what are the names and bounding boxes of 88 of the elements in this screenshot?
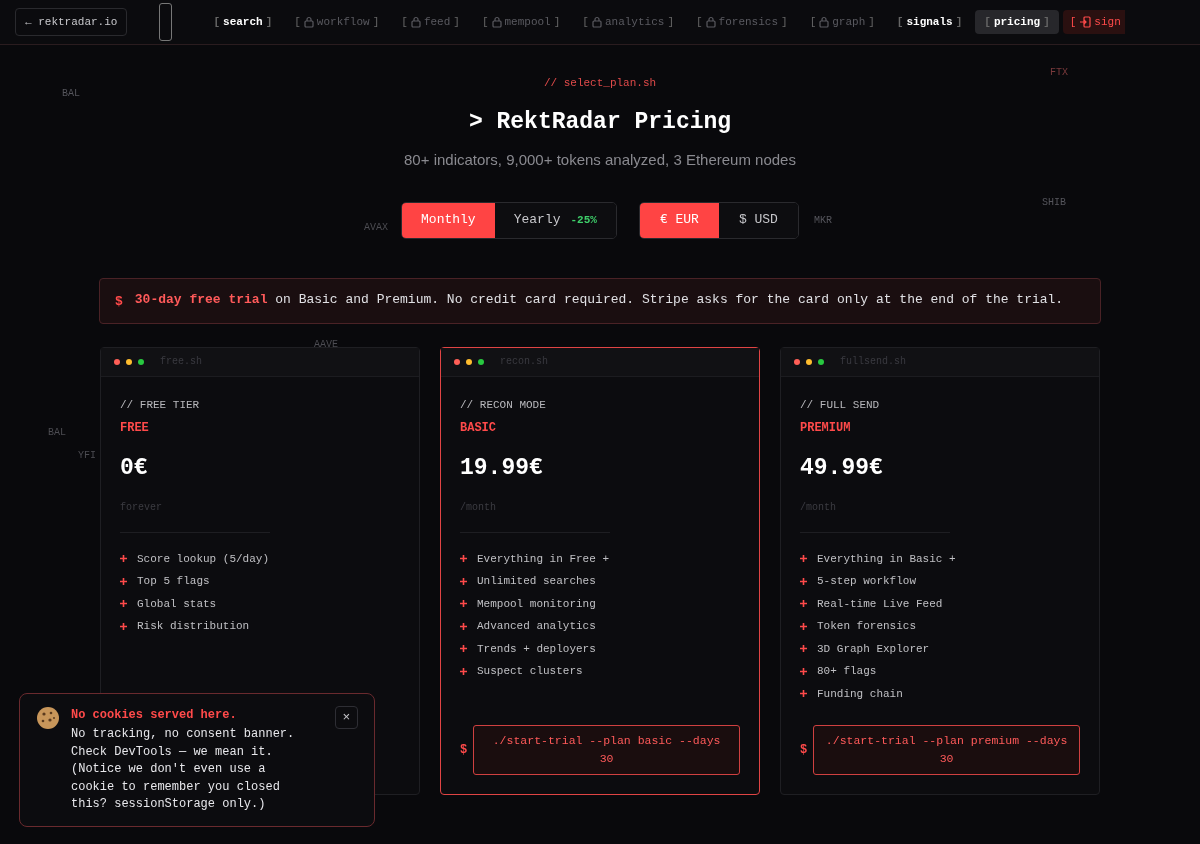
ticker-label: BAL (48, 426, 66, 440)
page-subtitle: 80+ indicators, 9,000+ tokens analyzed, 3 Ethereum nodes (404, 150, 796, 170)
toast-body: No tracking, no consent banner. Check DevTools — we mean it. (Notice we don't even use a cookie to remember you closed this? sessionStorage only.) (71, 726, 296, 813)
ticker-label: YFI (78, 449, 96, 463)
nav-tab[interactable]: [ feed ] (392, 9, 469, 35)
sign-in-icon (1079, 16, 1092, 28)
plan-name: PREMIUM (800, 420, 852, 437)
plan-price: 19.99€ (460, 454, 544, 483)
close-button[interactable]: × (335, 706, 358, 729)
ticker-label: BAL (62, 87, 80, 101)
plus-icon (800, 600, 807, 608)
nav-tab[interactable]: [ workflow ] (285, 9, 389, 35)
plus-icon (120, 600, 127, 608)
lock-icon (410, 16, 421, 28)
plan-tag: // FREE TIER (120, 396, 400, 413)
trial-text: 30-day free trial on Basic and Premium. No credit card required. Stripe asks for the card only at the end of the trial. (134, 290, 1065, 309)
plus-icon (120, 577, 127, 585)
nav-tab[interactable]: [ mempool ] (472, 9, 570, 35)
back-link[interactable]: ← rektradar.io (15, 7, 128, 37)
feature-text: Trends + deployers (477, 641, 596, 657)
plus-icon (460, 622, 467, 630)
page-title: > RektRadar Pricing (468, 107, 732, 137)
plan-tag: // RECON MODE (460, 396, 740, 413)
plus-icon (460, 555, 467, 563)
ticker-label: AAVE (314, 338, 338, 352)
toggle-option[interactable]: Monthly (402, 202, 495, 238)
plus-icon (800, 555, 807, 563)
plus-icon (800, 645, 807, 653)
toggle-option[interactable]: € EUR (639, 202, 719, 238)
sign-in-button[interactable]: [ sign (1062, 9, 1125, 35)
plus-icon (460, 600, 467, 608)
plan-name: BASIC (460, 420, 497, 437)
feature-text: Global stats (137, 596, 217, 612)
feature-text: Everything in Basic + (817, 551, 956, 567)
plan-tag: // FULL SEND (800, 396, 1080, 413)
menu-toggle[interactable] (159, 3, 173, 41)
dollar-icon: $ (115, 291, 123, 312)
start-trial-button[interactable]: ./start-trial --plan premium --days 30 (813, 724, 1080, 775)
feature-text: Score lookup (5/day) (137, 551, 270, 567)
feature-text: Mempool monitoring (477, 596, 596, 612)
feature-text: Funding chain (817, 686, 903, 702)
lock-icon (591, 16, 602, 28)
nav-tab[interactable]: [ pricing ] (975, 9, 1059, 35)
ticker-label: SHIB (1042, 196, 1066, 210)
plus-icon (120, 622, 127, 630)
ticker-label: AVAX (364, 221, 388, 235)
lock-icon (705, 16, 716, 28)
toggle-option[interactable]: $ USD (718, 202, 798, 238)
feature-text: Suspect clusters (477, 664, 583, 679)
feature-text: Advanced analytics (477, 619, 596, 634)
ticker-label: MKR (814, 214, 832, 228)
feature-text: Token forensics (817, 619, 917, 634)
lock-icon (819, 16, 830, 28)
plan-name: FREE (120, 420, 150, 437)
discount-label: -25% (570, 212, 597, 228)
plus-icon (460, 645, 467, 653)
plan-price: 49.99€ (800, 454, 884, 483)
nav-tab[interactable]: [ signals ] (887, 9, 972, 35)
feature-text: Risk distribution (137, 619, 250, 634)
nav-tab[interactable]: [ graph ] (800, 9, 884, 35)
toggle-option[interactable]: Yearly -25% (494, 202, 616, 238)
feature-text: Real-time Live Feed (817, 596, 943, 612)
plus-icon (800, 690, 807, 698)
feature-text: 5-step workflow (817, 574, 917, 589)
plus-icon (800, 667, 807, 675)
nav-tab[interactable]: [ forensics ] (687, 9, 797, 35)
ticker-label: FTX (1050, 66, 1068, 80)
toast-title: No cookies served here. (71, 707, 238, 724)
feature-text: Top 5 flags (137, 574, 210, 589)
plus-icon (120, 555, 127, 563)
start-trial-button[interactable]: ./start-trial --plan basic --days 30 (473, 724, 740, 775)
prompt-symbol: $ (460, 741, 468, 759)
feature-text: 80+ flags (817, 664, 877, 679)
cookie-icon (36, 706, 60, 730)
script-label: // select_plan.sh (543, 76, 657, 91)
feature-text: Everything in Free + (477, 551, 610, 567)
lock-icon (491, 16, 502, 28)
lock-icon (303, 16, 314, 28)
prompt-symbol: $ (800, 741, 808, 759)
plus-icon (800, 577, 807, 585)
plus-icon (460, 577, 467, 585)
nav-tab[interactable]: [ search ] (204, 9, 282, 35)
feature-text: Unlimited searches (477, 574, 596, 589)
plus-icon (460, 667, 467, 675)
nav-tab[interactable]: [ analytics ] (573, 9, 683, 35)
plus-icon (800, 622, 807, 630)
plan-price: 0€ (120, 454, 149, 483)
feature-text: 3D Graph Explorer (817, 641, 930, 657)
